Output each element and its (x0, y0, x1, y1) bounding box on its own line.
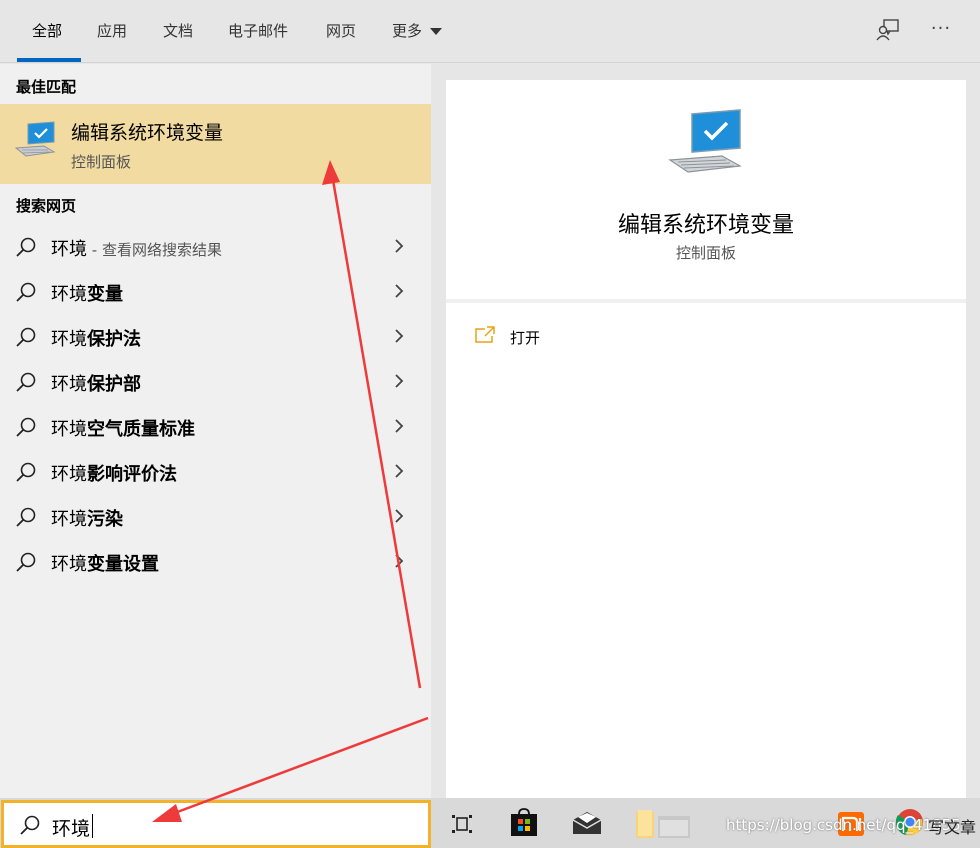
web-search-item[interactable]: 环境 - 查看网络搜索结果 (0, 224, 431, 269)
chevron-right-icon (395, 509, 404, 523)
chevron-down-icon (430, 28, 443, 35)
detail-pane: 编辑系统环境变量 控制面板 打开 (446, 80, 966, 798)
tab-documents[interactable]: 文档 (163, 20, 193, 42)
search-icon (16, 282, 36, 302)
query-suggestion: 变量设置 (87, 554, 159, 575)
scope-tab-bar: 全部 应用 文档 电子邮件 网页 更多 ··· (0, 0, 980, 63)
query-suggestion: 保护部 (87, 374, 141, 395)
task-view-icon[interactable] (450, 812, 474, 836)
query-prefix: 环境 (51, 554, 87, 575)
web-search-item[interactable]: 环境影响评价法 (0, 449, 431, 494)
search-icon (16, 372, 36, 392)
results-pane: 最佳匹配 编辑系统环境变量 控制面板 搜索网页 环境 - 查看网络搜索结果 环境变… (0, 64, 431, 798)
open-label: 打开 (510, 329, 541, 347)
computer-icon (668, 109, 742, 173)
web-search-item-label: 环境保护法 (51, 325, 141, 351)
open-action[interactable]: 打开 (474, 325, 674, 351)
query-prefix: 环境 (51, 374, 87, 395)
query-suggestion: 污染 (87, 509, 123, 530)
text-caret (92, 814, 93, 838)
search-icon (16, 327, 36, 347)
taskbar-search-box[interactable]: 环境 (1, 800, 431, 848)
web-search-item-label: 环境保护部 (51, 370, 141, 396)
query-prefix: 环境 (51, 329, 87, 350)
chevron-right-icon (395, 329, 404, 343)
detail-title: 编辑系统环境变量 (617, 213, 794, 238)
feedback-icon (876, 19, 899, 41)
chevron-right-icon (395, 239, 404, 253)
divider (446, 299, 966, 303)
file-explorer-icon[interactable] (634, 808, 692, 840)
web-search-item[interactable]: 环境保护部 (0, 359, 431, 404)
web-search-item[interactable]: 环境空气质量标准 (0, 404, 431, 449)
web-search-item-label: 环境变量设置 (51, 550, 159, 576)
taskbar-write-article[interactable]: 写文章 (928, 814, 976, 838)
query-suggestion: 保护法 (87, 329, 141, 350)
web-search-item-label: 环境污染 (51, 505, 123, 531)
chevron-right-icon (395, 284, 404, 298)
web-search-item[interactable]: 环境变量 (0, 269, 431, 314)
search-icon (16, 507, 36, 527)
query-prefix: 环境 (51, 464, 87, 485)
search-icon (16, 462, 36, 482)
best-match-result[interactable]: 编辑系统环境变量 控制面板 (0, 104, 431, 184)
tab-web[interactable]: 网页 (326, 20, 356, 42)
web-search-header: 搜索网页 (16, 197, 77, 215)
more-options-button[interactable]: ··· (926, 16, 956, 44)
watermark-url: https://blog.csdn.net/qq_41855 (726, 816, 961, 834)
best-match-subtitle: 控制面板 (71, 153, 132, 171)
search-icon (20, 815, 40, 835)
tab-apps[interactable]: 应用 (97, 20, 127, 42)
best-match-title: 编辑系统环境变量 (71, 122, 224, 144)
search-icon (16, 237, 36, 257)
web-search-item[interactable]: 环境变量设置 (0, 539, 431, 584)
web-search-item-label: 环境 - 查看网络搜索结果 (51, 235, 222, 261)
query-suggestion: 影响评价法 (87, 464, 177, 485)
tab-email[interactable]: 电子邮件 (228, 20, 288, 42)
search-icon (16, 552, 36, 572)
query-prefix: 环境 (51, 284, 87, 305)
chevron-right-icon (395, 464, 404, 478)
computer-icon (14, 121, 56, 157)
store-icon[interactable] (508, 806, 540, 838)
web-search-item-label: 环境影响评价法 (51, 460, 177, 486)
search-icon (16, 417, 36, 437)
open-icon (475, 326, 495, 343)
query-prefix: 环境 (51, 239, 87, 260)
web-search-item-label: 环境变量 (51, 280, 123, 306)
web-search-item-label: 环境空气质量标准 (51, 415, 195, 441)
tab-more-label: 更多 (392, 22, 423, 40)
active-tab-indicator (17, 58, 81, 62)
search-input[interactable]: 环境 (52, 814, 90, 841)
tab-all[interactable]: 全部 (32, 20, 62, 42)
detail-subtitle: 控制面板 (675, 244, 736, 262)
chevron-right-icon (395, 419, 404, 433)
tab-more-dropdown[interactable]: 更多 (392, 20, 443, 42)
query-suggestion: 变量 (87, 284, 123, 305)
feedback-button[interactable] (874, 16, 902, 44)
query-prefix: 环境 (51, 509, 87, 530)
web-search-item[interactable]: 环境污染 (0, 494, 431, 539)
query-prefix: 环境 (51, 419, 87, 440)
chevron-right-icon (395, 374, 404, 388)
query-hint: - 查看网络搜索结果 (87, 241, 222, 259)
web-search-item[interactable]: 环境保护法 (0, 314, 431, 359)
mail-icon[interactable] (571, 810, 603, 836)
query-suggestion: 空气质量标准 (87, 419, 195, 440)
best-match-header: 最佳匹配 (16, 78, 77, 96)
chevron-right-icon (395, 554, 404, 568)
